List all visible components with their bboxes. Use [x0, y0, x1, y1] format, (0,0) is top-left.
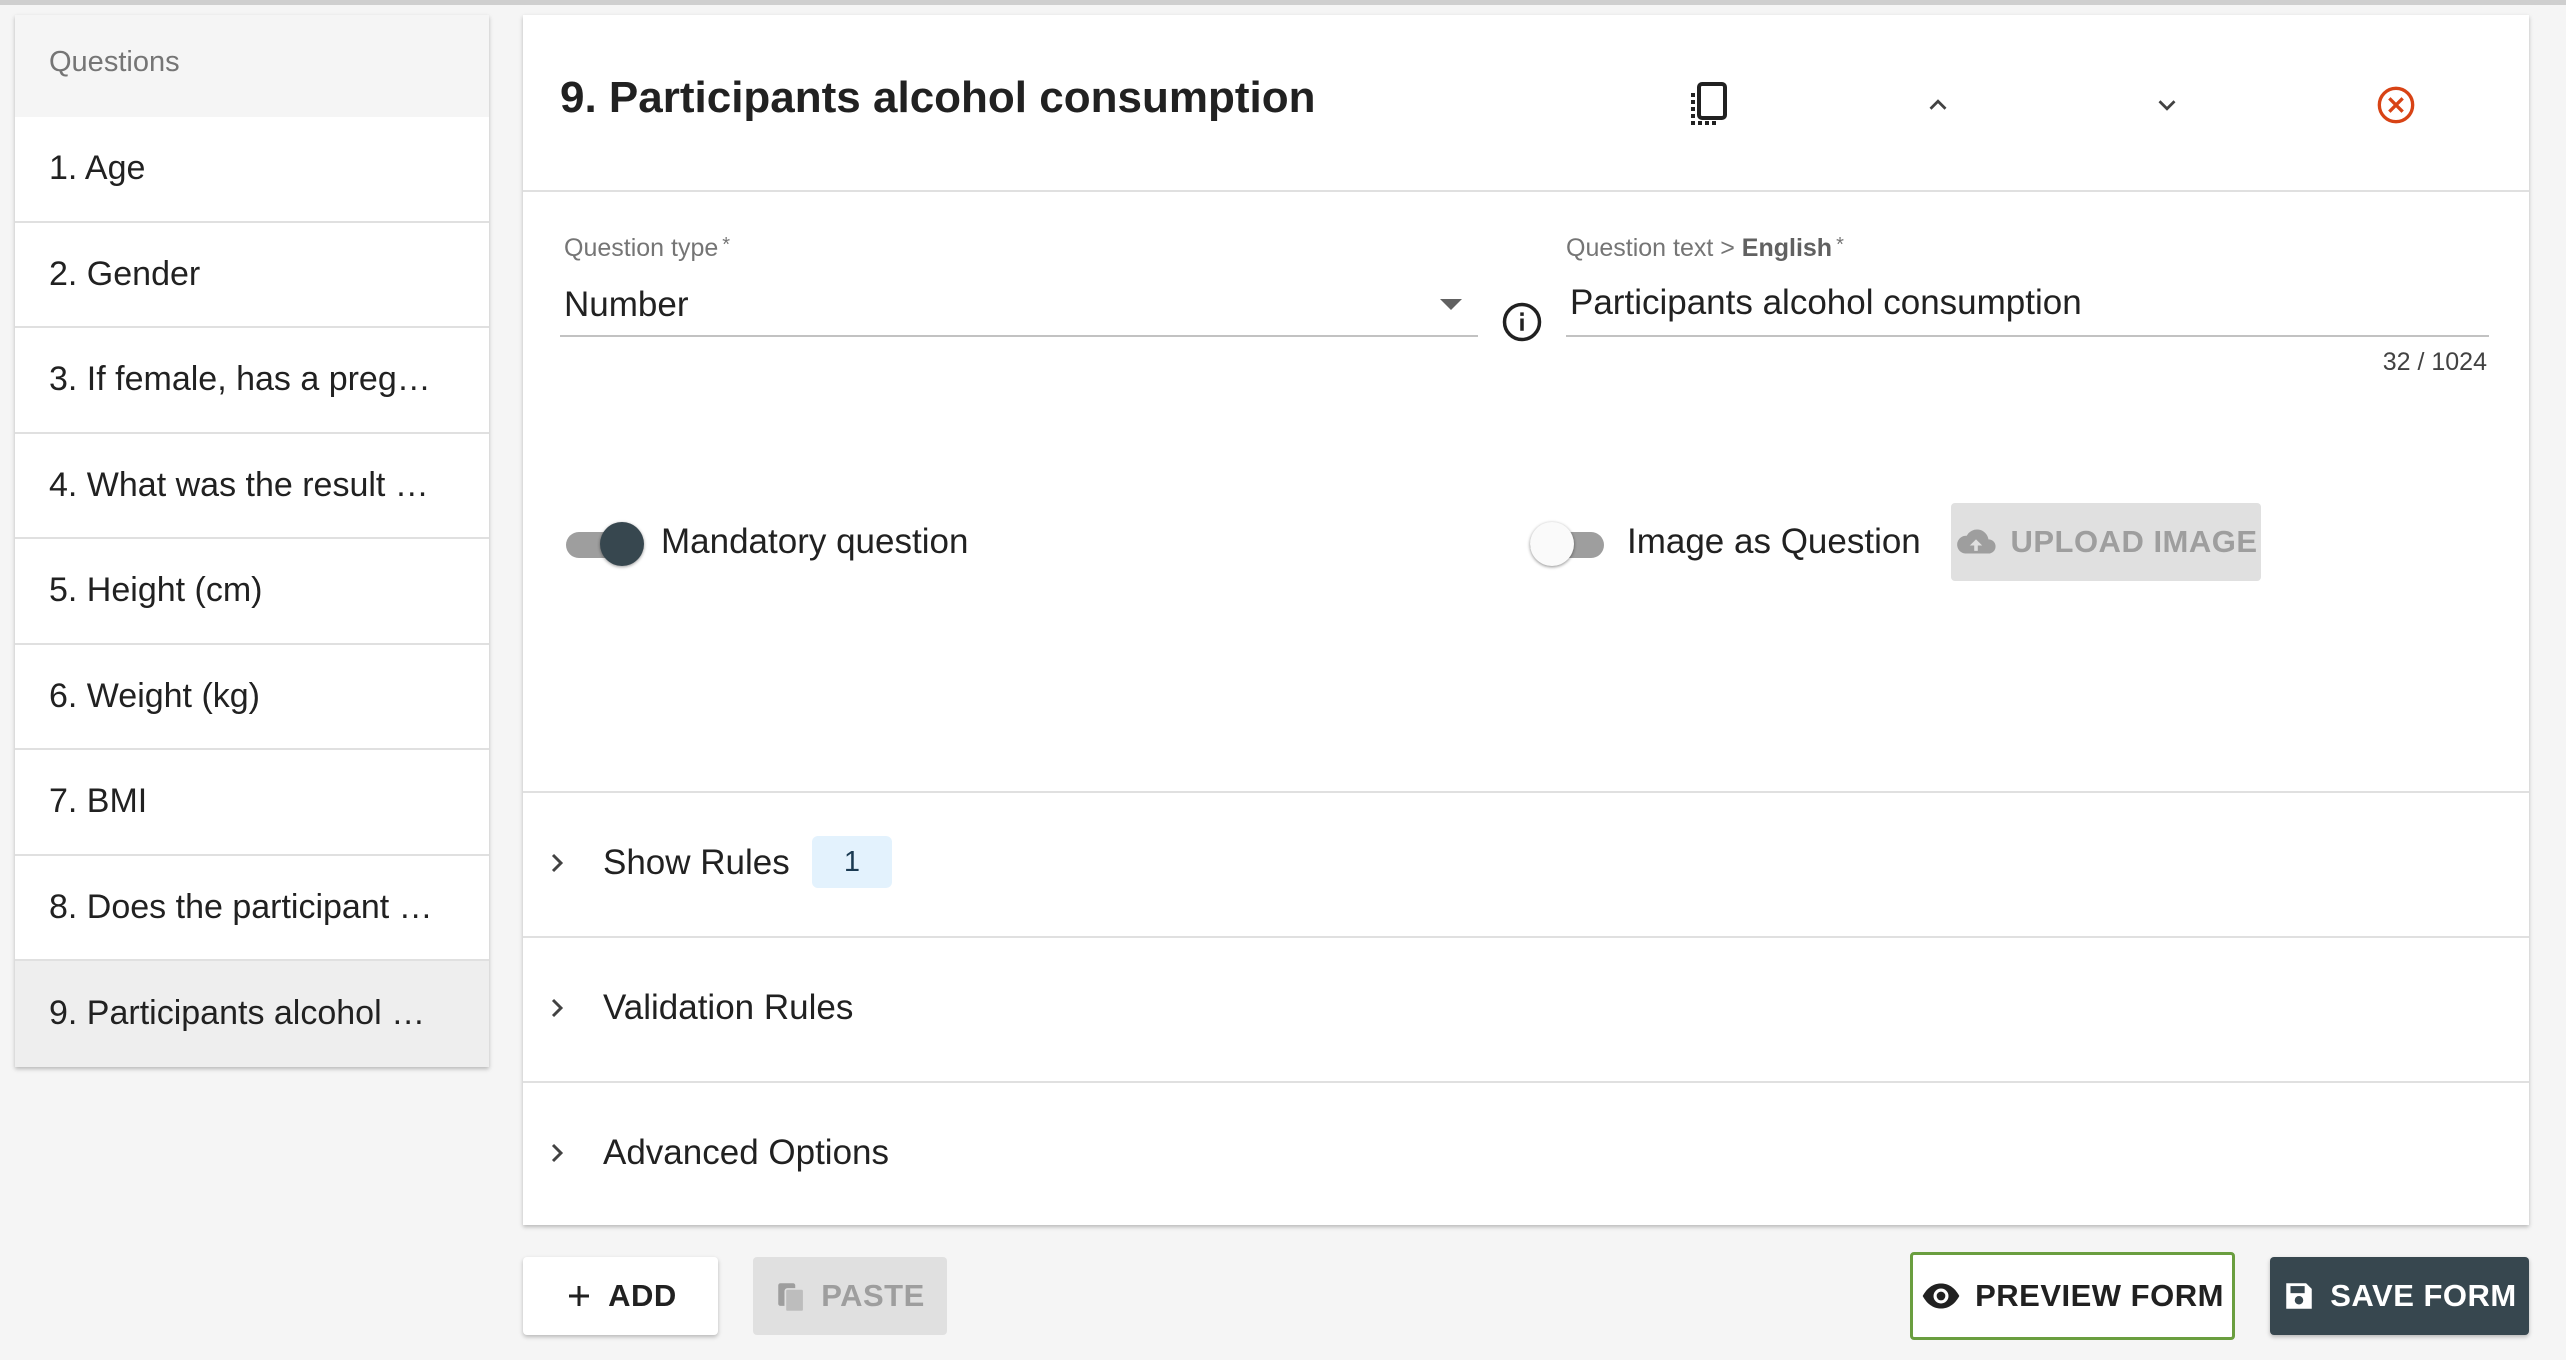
question-list: 1. Age 2. Gender 3. If female, has a pre…	[15, 117, 489, 1067]
sidebar-item-age[interactable]: 1. Age	[15, 117, 489, 223]
copy-button[interactable]	[1681, 77, 1737, 133]
chevron-right-icon	[551, 853, 564, 873]
info-icon[interactable]	[1501, 301, 1543, 343]
move-up-button[interactable]	[1910, 77, 1966, 133]
chevron-up-icon	[1929, 99, 1947, 110]
mandatory-label: Mandatory question	[661, 522, 969, 561]
sidebar-item-bmi[interactable]: 7. BMI	[15, 750, 489, 856]
validation-rules-section[interactable]: Validation Rules	[523, 936, 2529, 1081]
sidebar-item-label: 8. Does the participant …	[49, 887, 433, 926]
question-type-label-text: Question type	[564, 234, 719, 262]
paste-icon	[778, 1283, 805, 1313]
image-as-question-toggle[interactable]	[1530, 520, 1610, 568]
sidebar-item-pregnancy[interactable]: 3. If female, has a preg…	[15, 328, 489, 434]
sidebar-item-label: 6. Weight (kg)	[49, 676, 261, 715]
dropdown-caret-icon	[1440, 299, 1462, 310]
chevron-right-icon	[551, 998, 564, 1018]
move-down-button[interactable]	[2139, 77, 2195, 133]
paste-button[interactable]: PASTE	[753, 1257, 947, 1335]
question-editor-card: 9. Participants alcohol consumption Ques	[523, 15, 2529, 1225]
sidebar-item-label: 9. Participants alcohol …	[49, 994, 426, 1033]
save-form-button[interactable]: SAVE FORM	[2270, 1257, 2529, 1335]
question-text-field	[1566, 277, 2489, 337]
sidebar-item-label: 1. Age	[49, 149, 146, 188]
preview-form-label: PREVIEW FORM	[1975, 1278, 2224, 1313]
sidebar-item-label: 3. If female, has a preg…	[49, 360, 431, 399]
top-divider	[0, 0, 2566, 5]
upload-image-label: UPLOAD IMAGE	[2010, 524, 2258, 559]
eye-icon	[1922, 1283, 1960, 1309]
chevron-down-icon	[2158, 100, 2176, 111]
question-text-language: English	[1741, 234, 1833, 262]
cloud-upload-icon	[1957, 529, 1996, 554]
question-type-label: Question type *	[564, 234, 730, 263]
sidebar-item-weight[interactable]: 6. Weight (kg)	[15, 645, 489, 750]
save-form-label: SAVE FORM	[2330, 1278, 2517, 1313]
question-text-input[interactable]	[1566, 279, 2489, 327]
copy-icon	[1691, 82, 1727, 125]
delete-question-button[interactable]	[2368, 77, 2424, 133]
upload-image-button[interactable]: UPLOAD IMAGE	[1951, 503, 2261, 581]
char-counter: 32 / 1024	[2382, 348, 2487, 376]
chevron-right-icon	[551, 1143, 564, 1163]
sidebar-item-result[interactable]: 4. What was the result …	[15, 434, 489, 539]
toggle-knob	[600, 522, 644, 566]
sidebar-item-label: 2. Gender	[49, 254, 201, 293]
question-header: 9. Participants alcohol consumption	[523, 15, 2529, 192]
sidebar-header: Questions	[15, 15, 489, 117]
question-type-value: Number	[564, 285, 689, 324]
question-type-select[interactable]: Number	[560, 277, 1478, 337]
show-rules-count-badge: 1	[812, 836, 892, 888]
toggle-knob	[1530, 522, 1574, 566]
sidebar-item-label: 7. BMI	[49, 782, 148, 821]
sidebar-item-label: 5. Height (cm)	[49, 571, 263, 610]
required-marker: *	[722, 234, 731, 256]
advanced-options-label: Advanced Options	[603, 1133, 890, 1172]
sidebar-item-alcohol[interactable]: 9. Participants alcohol …	[15, 961, 489, 1067]
image-as-question-label: Image as Question	[1627, 522, 1921, 561]
sidebar-item-height[interactable]: 5. Height (cm)	[15, 539, 489, 645]
save-icon	[2286, 1283, 2312, 1309]
question-title: 9. Participants alcohol consumption	[560, 73, 1316, 122]
show-rules-section[interactable]: Show Rules 1	[523, 791, 2529, 936]
sidebar-item-participant[interactable]: 8. Does the participant …	[15, 856, 489, 961]
show-rules-label: Show Rules	[603, 843, 790, 882]
questions-sidebar: Questions 1. Age 2. Gender 3. If female,…	[15, 15, 489, 1067]
plus-icon	[569, 1286, 590, 1306]
required-marker: *	[1836, 234, 1844, 256]
close-circle-icon	[2377, 86, 2415, 124]
paste-label: PASTE	[821, 1278, 925, 1313]
add-question-button[interactable]: ADD	[523, 1257, 718, 1335]
mandatory-toggle[interactable]	[566, 520, 646, 568]
validation-rules-label: Validation Rules	[603, 988, 854, 1027]
question-text-label-prefix: Question text >	[1566, 234, 1742, 262]
advanced-options-section[interactable]: Advanced Options	[523, 1081, 2529, 1226]
sidebar-item-gender[interactable]: 2. Gender	[15, 223, 489, 328]
preview-form-button[interactable]: PREVIEW FORM	[1910, 1252, 2235, 1340]
add-label: ADD	[608, 1278, 677, 1313]
sidebar-item-label: 4. What was the result …	[49, 465, 429, 504]
question-text-label: Question text > English *	[1566, 234, 1844, 263]
